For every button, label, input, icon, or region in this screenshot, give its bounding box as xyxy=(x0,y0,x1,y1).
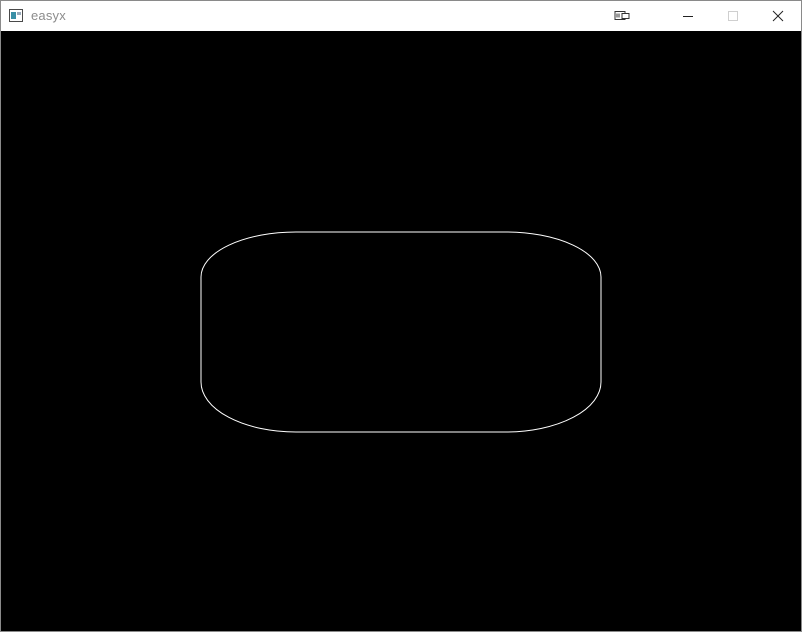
title-bar[interactable]: easyx xyxy=(1,1,801,31)
window-tool-icon[interactable] xyxy=(599,1,645,31)
maximize-icon xyxy=(728,11,738,21)
drawing-canvas[interactable] xyxy=(1,31,801,631)
minimize-icon xyxy=(683,16,693,17)
maximize-button[interactable] xyxy=(710,1,756,31)
window-title: easyx xyxy=(31,8,66,23)
minimize-button[interactable] xyxy=(665,1,711,31)
close-button[interactable] xyxy=(755,1,801,31)
close-icon xyxy=(772,10,784,22)
rounded-rectangle-shape xyxy=(200,231,602,433)
app-window: easyx xyxy=(0,0,802,632)
app-icon xyxy=(9,9,23,22)
